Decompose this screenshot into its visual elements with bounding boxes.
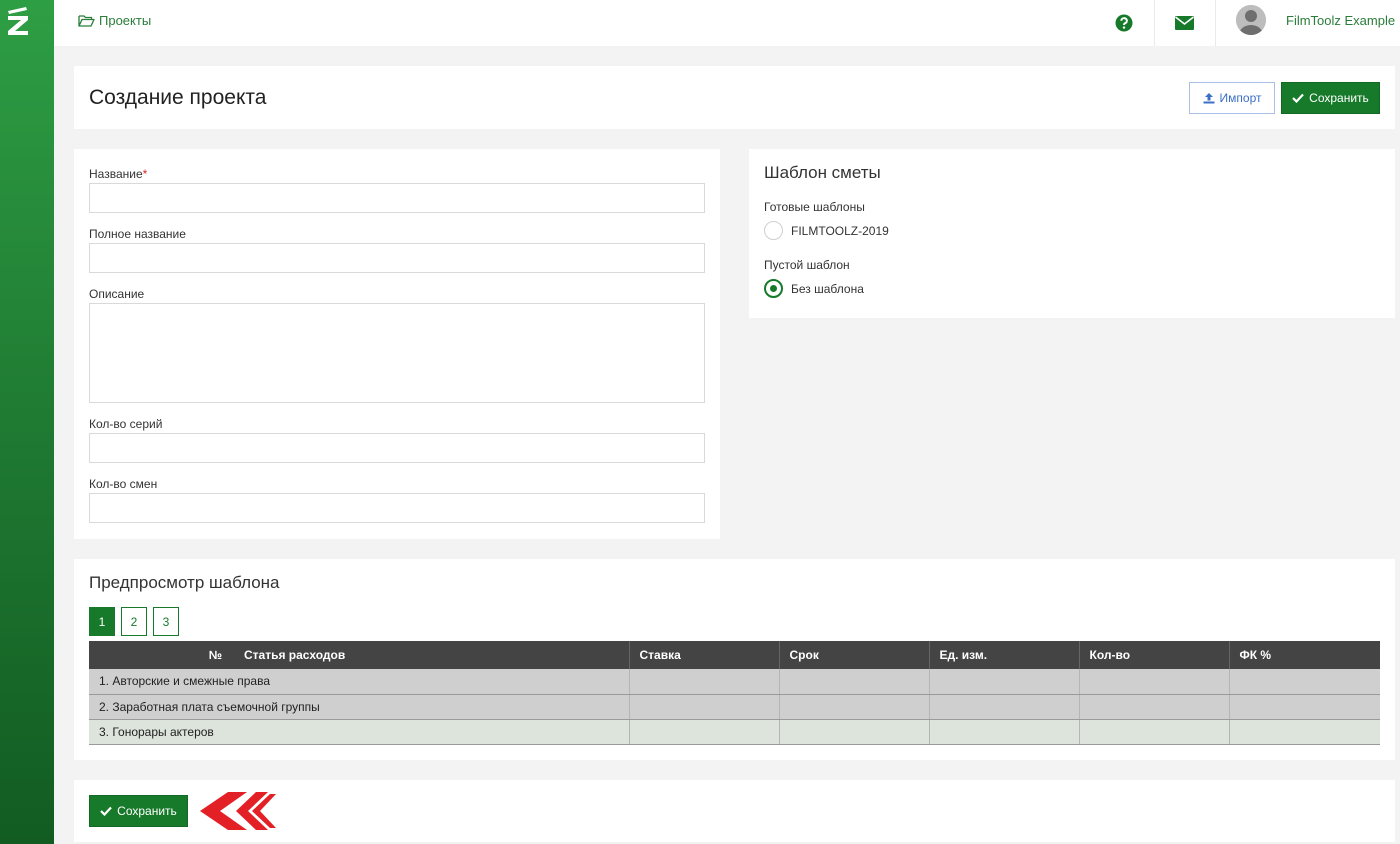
breadcrumb[interactable]: Проекты — [78, 13, 151, 28]
filmtoolz-logo-icon[interactable] — [6, 6, 30, 36]
col-quantity: Кол-во — [1079, 641, 1230, 669]
table-cell — [929, 719, 1080, 745]
save-button-bottom[interactable]: Сохранить — [89, 795, 188, 827]
col-expense-item: Статья расходов — [234, 641, 630, 669]
table-cell — [1079, 694, 1230, 720]
user-name[interactable]: FilmToolz Example — [1286, 13, 1395, 28]
table-cell — [929, 669, 1080, 695]
table-cell — [779, 694, 930, 720]
table-cell — [629, 669, 780, 695]
full-name-input[interactable] — [89, 243, 705, 273]
messages-button[interactable] — [1154, 0, 1214, 46]
project-form: Название* Полное название Описание Кол-в… — [74, 149, 720, 539]
preview-title: Предпросмотр шаблона — [89, 573, 280, 592]
radio-none-selected[interactable] — [764, 279, 783, 298]
template-option-none[interactable]: Без шаблона — [764, 279, 864, 298]
help-button[interactable] — [1094, 0, 1154, 46]
save-button-top[interactable]: Сохранить — [1281, 82, 1380, 114]
table-cell — [929, 694, 1080, 720]
row-title: 1. Авторские и смежные права — [89, 669, 630, 695]
row-title: 3. Гонорары актеров — [89, 719, 630, 745]
estimate-template-panel: Шаблон сметы Готовые шаблоны FILMTOOLZ-2… — [749, 149, 1395, 318]
template-title: Шаблон сметы — [764, 163, 881, 182]
sidebar — [0, 0, 54, 844]
table-header-row: № Статья расходов Ставка Срок Ед. изм. К… — [89, 641, 1380, 669]
name-label: Название* — [89, 167, 147, 181]
table-cell — [1229, 719, 1380, 745]
col-term: Срок — [779, 641, 930, 669]
save-label: Сохранить — [117, 804, 177, 818]
import-button[interactable]: Импорт — [1189, 82, 1275, 114]
table-cell — [1229, 694, 1380, 720]
table-cell — [779, 669, 930, 695]
table-cell — [779, 719, 930, 745]
col-number: № — [89, 641, 234, 669]
col-unit: Ед. изм. — [929, 641, 1080, 669]
page-button-2[interactable]: 2 — [121, 607, 147, 636]
shifts-count-label: Кол-во смен — [89, 477, 158, 491]
radio-filmtoolz[interactable] — [764, 221, 783, 240]
question-circle-icon — [1115, 14, 1133, 32]
folder-open-icon — [78, 14, 95, 27]
table-cell — [1079, 669, 1230, 695]
page-button-3[interactable]: 3 — [153, 607, 179, 636]
page-button-1[interactable]: 1 — [89, 607, 115, 636]
ready-templates-label: Готовые шаблоны — [764, 200, 865, 214]
shifts-count-input[interactable] — [89, 493, 705, 523]
template-option-filmtoolz-label: FILMTOOLZ-2019 — [791, 223, 889, 238]
check-icon — [1292, 93, 1304, 103]
upload-icon — [1203, 93, 1215, 104]
page-header: Создание проекта Импорт Сохранить — [74, 66, 1395, 129]
name-input[interactable] — [89, 183, 705, 213]
double-chevron-left-icon[interactable] — [200, 792, 276, 830]
user-avatar-icon — [1236, 5, 1266, 35]
table-cell — [1079, 719, 1230, 745]
breadcrumb-projects[interactable]: Проекты — [99, 13, 151, 28]
footer-actions: Сохранить — [74, 780, 1395, 842]
table-row: 3. Гонорары актеров — [89, 719, 1380, 745]
description-label: Описание — [89, 287, 145, 301]
table-cell — [629, 719, 780, 745]
series-count-label: Кол-во серий — [89, 417, 163, 431]
col-fk-percent: ФК % — [1229, 641, 1380, 669]
topbar-divider — [1215, 0, 1216, 46]
table-cell — [1229, 669, 1380, 695]
preview-table: № Статья расходов Ставка Срок Ед. изм. К… — [89, 641, 1380, 745]
page-title: Создание проекта — [89, 86, 267, 109]
save-label: Сохранить — [1309, 91, 1369, 105]
envelope-icon — [1174, 16, 1194, 30]
template-option-none-label: Без шаблона — [791, 281, 864, 296]
empty-template-label: Пустой шаблон — [764, 258, 850, 272]
table-row: 1. Авторские и смежные права — [89, 669, 1380, 695]
series-count-input[interactable] — [89, 433, 705, 463]
full-name-label: Полное название — [89, 227, 186, 241]
import-label: Импорт — [1219, 91, 1262, 105]
avatar[interactable] — [1236, 5, 1266, 35]
description-textarea[interactable] — [89, 303, 705, 403]
col-rate: Ставка — [629, 641, 780, 669]
top-bar: Проекты FilmToolz Example — [54, 0, 1400, 46]
template-preview: Предпросмотр шаблона 1 2 3 № Статья расх… — [74, 559, 1395, 760]
check-icon — [100, 806, 112, 816]
row-title: 2. Заработная плата съемочной группы — [89, 694, 630, 720]
template-option-filmtoolz[interactable]: FILMTOOLZ-2019 — [764, 221, 889, 240]
required-mark: * — [142, 167, 148, 181]
table-row: 2. Заработная плата съемочной группы — [89, 694, 1380, 720]
table-cell — [629, 694, 780, 720]
name-label-text: Название — [89, 167, 143, 181]
